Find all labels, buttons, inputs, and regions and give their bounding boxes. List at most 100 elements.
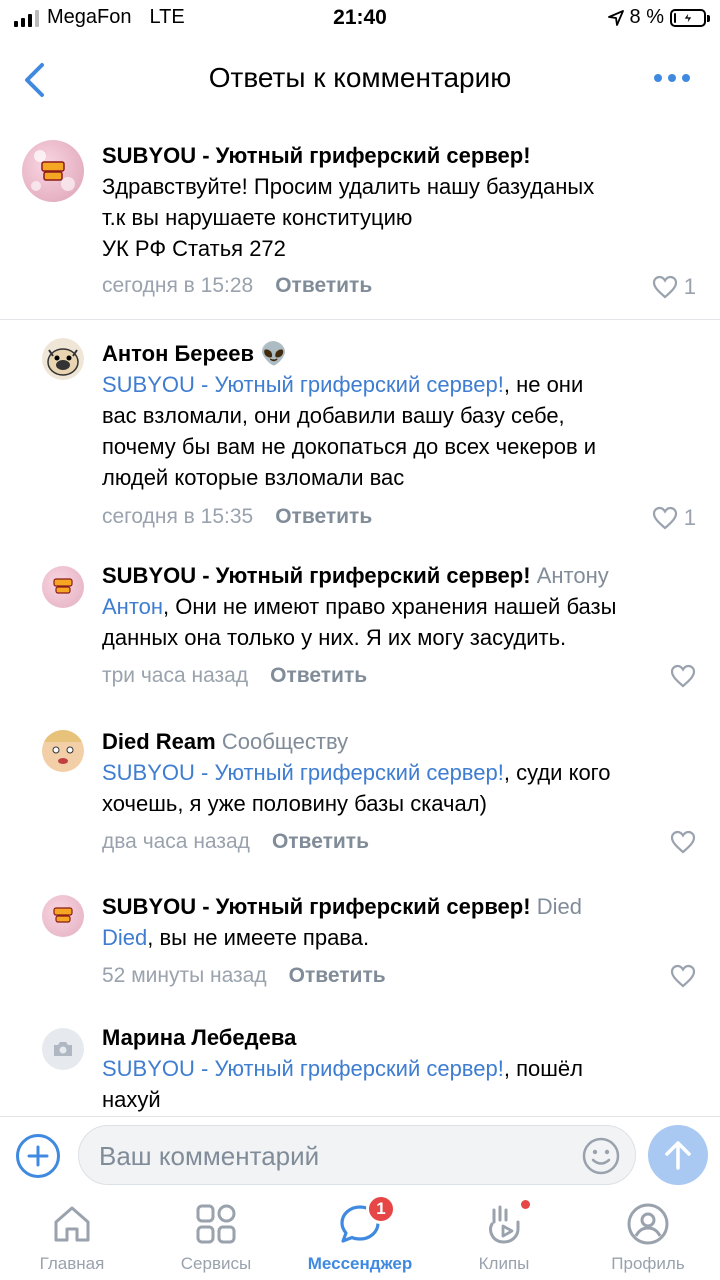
- profile-icon: [626, 1202, 670, 1246]
- reply-button[interactable]: Ответить: [270, 664, 367, 688]
- comment-body: SUBYOU - Уютный гриферский сервер! Died …: [102, 891, 696, 953]
- like-count: 1: [683, 505, 696, 530]
- more-dots-icon: [654, 74, 662, 82]
- face-avatar-icon: [42, 730, 84, 764]
- status-right: 8 %: [607, 6, 710, 29]
- comment-body: SUBYOU - Уютный гриферский сервер! Антон…: [102, 560, 696, 653]
- comment-author[interactable]: SUBYOU - Уютный гриферский сервер!: [102, 140, 696, 171]
- comment-meta: 52 минуты назад Ответить: [102, 964, 386, 988]
- plus-icon: [27, 1145, 49, 1167]
- page-title: Ответы к комментарию: [208, 62, 512, 93]
- avatar[interactable]: [42, 338, 84, 380]
- avatar[interactable]: [22, 140, 84, 202]
- comment-meta: сегодня в 15:28 Ответить: [102, 274, 372, 298]
- comment-text-line: т.к вы нарушаете конституцию: [102, 205, 413, 230]
- comment-text-line: людей которые взломали вас: [102, 465, 405, 490]
- comment-body: Died Ream Сообществу SUBYOU - Уютный гри…: [102, 726, 696, 819]
- comment-time: 52 минуты назад: [102, 964, 267, 987]
- comment-author[interactable]: Died Ream: [102, 729, 216, 754]
- mention-link[interactable]: SUBYOU - Уютный гриферский сервер!: [102, 372, 504, 397]
- like-count: 1: [683, 274, 696, 299]
- comment-text-line: УК РФ Статья 272: [102, 236, 286, 261]
- tab-profile[interactable]: Профиль: [576, 1202, 720, 1278]
- mention-link[interactable]: SUBYOU - Уютный гриферский сервер!: [102, 1056, 504, 1081]
- battery-fill: [674, 12, 676, 23]
- comment-time: два часа назад: [102, 830, 250, 853]
- heart-icon: [670, 830, 696, 854]
- comment-meta: два часа назад Ответить: [102, 830, 369, 854]
- comment-author[interactable]: SUBYOU - Уютный гриферский сервер!: [102, 563, 531, 588]
- comment-text: , пошёл: [503, 1056, 583, 1081]
- comment-author[interactable]: SUBYOU - Уютный гриферский сервер!: [102, 894, 531, 919]
- comment-item: SUBYOU - Уютный гриферский сервер! Died …: [0, 875, 720, 1010]
- comment-body: SUBYOU - Уютный гриферский сервер! Здрав…: [102, 140, 696, 264]
- comments-list[interactable]: SUBYOU - Уютный гриферский сервер! Здрав…: [0, 122, 720, 1116]
- mention-link[interactable]: SUBYOU - Уютный гриферский сервер!: [102, 760, 504, 785]
- avatar[interactable]: [42, 730, 84, 772]
- more-button[interactable]: [654, 74, 690, 82]
- attach-button[interactable]: [16, 1134, 60, 1178]
- status-bar: MegaFon LTE 21:40 8 %: [0, 0, 720, 40]
- home-icon: [50, 1202, 94, 1246]
- comment-input[interactable]: [99, 1134, 579, 1178]
- comment-text: , вы не имеете права.: [147, 925, 370, 950]
- comment-text: , не они: [503, 372, 584, 397]
- comment-time: три часа назад: [102, 664, 249, 687]
- tab-home[interactable]: Главная: [0, 1202, 144, 1278]
- comment-author[interactable]: Антон Береев: [102, 341, 254, 366]
- like-button[interactable]: [670, 964, 696, 988]
- reply-button[interactable]: Ответить: [275, 274, 372, 298]
- smile-icon[interactable]: [581, 1136, 621, 1176]
- page-header: Ответы к комментарию: [0, 40, 720, 122]
- comment-text-line: данных она только у них. Я их могу засуд…: [102, 625, 567, 650]
- comment-meta: три часа назад Ответить: [102, 664, 367, 688]
- reply-button[interactable]: Ответить: [272, 830, 369, 854]
- avatar[interactable]: [42, 1028, 84, 1070]
- reply-to-label: Died: [536, 894, 582, 919]
- comment-time: сегодня в 15:28: [102, 274, 254, 297]
- reply-button[interactable]: Ответить: [275, 505, 372, 529]
- comment-text-line: Здравствуйте! Просим удалить нашу базуда…: [102, 174, 595, 199]
- heart-icon: [670, 964, 696, 988]
- mention-link[interactable]: Died: [102, 925, 147, 950]
- services-grid-icon: [194, 1202, 238, 1246]
- tab-clips[interactable]: Клипы: [432, 1200, 576, 1278]
- arrow-up-icon: [665, 1141, 691, 1170]
- tab-label: Клипы: [478, 1254, 530, 1273]
- like-button[interactable]: [670, 830, 696, 854]
- reply-button[interactable]: Ответить: [289, 964, 386, 988]
- messenger-icon: 1: [338, 1194, 396, 1246]
- comment-body: Антон Береев 👽 SUBYOU - Уютный гриферски…: [102, 338, 696, 493]
- battery-icon: [670, 8, 710, 27]
- like-button[interactable]: [670, 664, 696, 688]
- tab-label: Главная: [39, 1254, 105, 1273]
- comment-input-box[interactable]: [78, 1125, 636, 1185]
- comment-time: сегодня в 15:35: [102, 505, 254, 528]
- comment-item: Антон Береев 👽 SUBYOU - Уютный гриферски…: [0, 320, 720, 544]
- server-logo-icon: [53, 578, 73, 594]
- comment-author[interactable]: Марина Лебедева: [102, 1022, 696, 1053]
- avatar[interactable]: [42, 566, 84, 608]
- comment-meta: сегодня в 15:35 Ответить: [102, 505, 372, 529]
- tab-services[interactable]: Сервисы: [144, 1202, 288, 1278]
- like-button[interactable]: 1: [652, 274, 696, 300]
- send-button[interactable]: [648, 1125, 708, 1185]
- reply-to-label: Антону: [536, 563, 609, 588]
- comment-item: Died Ream Сообществу SUBYOU - Уютный гри…: [0, 710, 720, 875]
- server-logo-icon: [31, 150, 75, 191]
- comment-item: Марина Лебедева SUBYOU - Уютный гриферск…: [0, 1010, 720, 1116]
- mention-link[interactable]: Антон: [102, 594, 163, 619]
- avatar[interactable]: [42, 895, 84, 937]
- location-icon: [607, 9, 624, 26]
- comment-item: SUBYOU - Уютный гриферский сервер! Здрав…: [0, 122, 720, 320]
- server-logo-icon: [53, 907, 73, 923]
- tab-messenger[interactable]: 1 Мессенджер: [288, 1194, 432, 1278]
- tab-bar: Главная Сервисы 1 Мессенджер Клипы Профи…: [0, 1194, 720, 1280]
- comment-text: , Они не имеют право хранения нашей базы: [163, 594, 617, 619]
- comment-body: Марина Лебедева SUBYOU - Уютный гриферск…: [102, 1022, 696, 1115]
- comment-item: SUBYOU - Уютный гриферский сервер! Антон…: [0, 544, 720, 710]
- author-emoji: 👽: [260, 341, 288, 366]
- comment-composer: [0, 1116, 720, 1196]
- like-button[interactable]: 1: [652, 505, 696, 531]
- reply-to-label: Сообществу: [221, 729, 349, 754]
